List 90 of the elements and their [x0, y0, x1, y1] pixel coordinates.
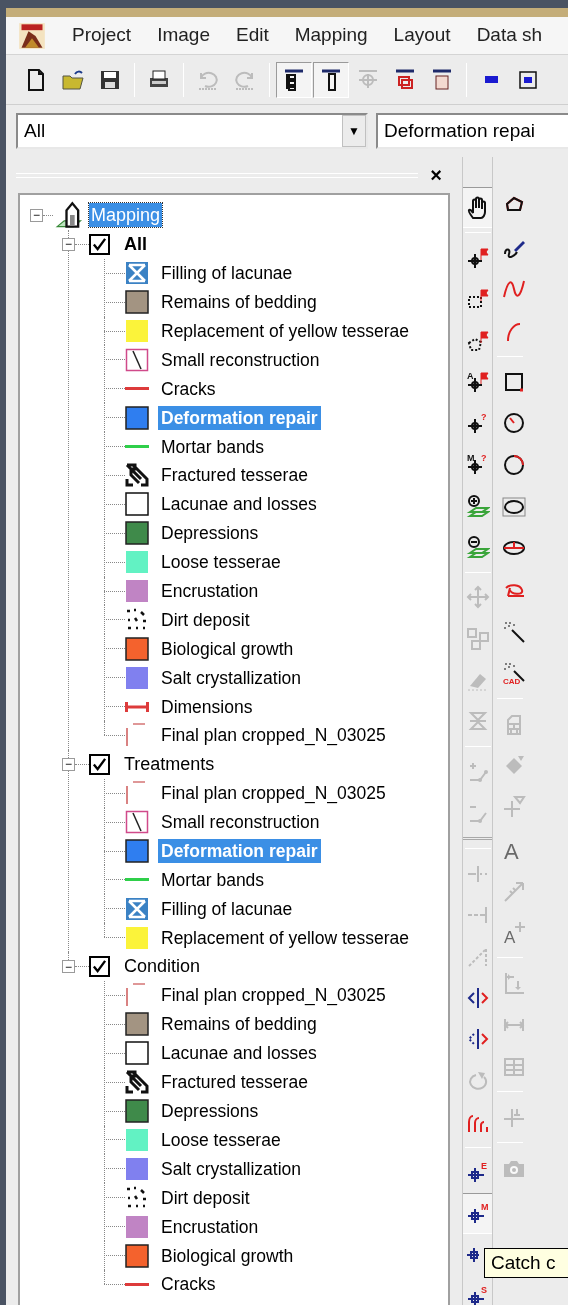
- tree-item[interactable]: Lacunae and losses: [158, 1041, 320, 1066]
- tree-item[interactable]: Cracks: [158, 376, 219, 401]
- tree-item[interactable]: Fractured tesserae: [158, 463, 311, 488]
- magic-wand-icon: [502, 619, 527, 644]
- tree-item[interactable]: Biological growth: [158, 1243, 297, 1268]
- collapse-toggle[interactable]: −: [62, 960, 75, 974]
- menu-item[interactable]: Image: [157, 21, 210, 50]
- tree-item[interactable]: Loose tesserae: [158, 1127, 284, 1152]
- circle-icon: [502, 452, 527, 477]
- legend-swatch-icon: [125, 463, 149, 488]
- tree-item[interactable]: Filling of lacunae: [158, 896, 296, 921]
- tree-item[interactable]: Salt crystallization: [158, 1156, 305, 1181]
- tree-item[interactable]: Dirt deposit: [158, 607, 253, 632]
- tree-item[interactable]: Lacunae and losses: [158, 492, 320, 517]
- tool-button[interactable]: [313, 61, 349, 98]
- tooltip: Catch c: [484, 1248, 568, 1278]
- legend-swatch-icon: [125, 1041, 149, 1066]
- menu-item[interactable]: Mapping: [294, 21, 368, 50]
- tool-button[interactable]: M ?: [463, 443, 493, 486]
- dropdown[interactable]: Deformation repai: [376, 113, 568, 149]
- tree-item[interactable]: Depressions: [158, 1099, 262, 1124]
- tree-item[interactable]: Salt crystallization: [158, 665, 305, 690]
- legend-swatch-icon: [125, 1185, 149, 1210]
- tree-item[interactable]: Depressions: [158, 521, 262, 546]
- tree-item[interactable]: Remains of bedding: [158, 1012, 320, 1037]
- rectangle-icon: [484, 76, 498, 83]
- checkbox[interactable]: [89, 233, 110, 255]
- crosshair-flag-icon: [465, 245, 490, 270]
- menu-item[interactable]: Data sh: [476, 21, 543, 50]
- tree-item[interactable]: Replacement of yellow tesserae: [158, 319, 413, 343]
- remove-layer-icon: [465, 535, 490, 559]
- close-button[interactable]: ×: [428, 165, 444, 185]
- tool-button[interactable]: [276, 61, 312, 98]
- tree-panel-icon: [282, 67, 306, 92]
- circle-icon: [502, 411, 527, 436]
- tree-item[interactable]: Small reconstruction: [158, 347, 323, 372]
- tree-item[interactable]: Fractured tesserae: [158, 1070, 311, 1095]
- tool-button[interactable]: CAD: [497, 652, 532, 695]
- tree-item[interactable]: Mortar bands: [158, 434, 268, 459]
- add-layer-icon: [465, 493, 490, 518]
- tree-item[interactable]: Encrustation: [158, 579, 262, 603]
- menu-item[interactable]: Project: [72, 21, 132, 50]
- tool-button[interactable]: ?: [463, 402, 493, 444]
- tree-item[interactable]: Treatments: [124, 750, 215, 778]
- tree-item[interactable]: Small reconstruction: [158, 810, 323, 835]
- tool-button[interactable]: S: [463, 1275, 493, 1305]
- tree-item[interactable]: Encrustation: [158, 1214, 262, 1239]
- tree-item[interactable]: Condition: [124, 953, 201, 981]
- tree-item[interactable]: Final plan cropped_N_03025: [158, 781, 389, 806]
- legend-swatch-icon: [125, 1070, 149, 1095]
- legend-swatch-icon: [125, 492, 149, 517]
- tree-item[interactable]: Replacement of yellow tesserae: [158, 925, 413, 950]
- tree-item[interactable]: Final plan cropped_N_03025: [158, 983, 389, 1008]
- app-logo-icon: [18, 21, 46, 50]
- tree-item[interactable]: Mortar bands: [158, 867, 268, 892]
- legend-swatch-icon: [125, 607, 149, 632]
- tool-button[interactable]: [463, 187, 493, 229]
- tree-item[interactable]: All: [124, 230, 147, 258]
- collapse-toggle[interactable]: −: [62, 757, 75, 771]
- tree-item[interactable]: Dirt deposit: [158, 1185, 253, 1210]
- dotted-polygon-flag-icon: [465, 328, 490, 353]
- crosshair-icon: [466, 1246, 480, 1263]
- tool-button[interactable]: M: [463, 1192, 493, 1235]
- layers-icon: [393, 67, 417, 92]
- collapse-toggle[interactable]: −: [62, 237, 75, 251]
- move-icon: [465, 585, 490, 610]
- grid-icon: [430, 67, 454, 92]
- crosshair-icon: [502, 795, 527, 820]
- tree-item[interactable]: Remains of bedding: [158, 290, 320, 315]
- text-icon: A: [502, 837, 527, 862]
- tree-item[interactable]: Filling of lacunae: [158, 261, 296, 286]
- collapse-toggle[interactable]: −: [30, 208, 43, 222]
- panel-icon: [319, 67, 343, 92]
- tree-item[interactable]: Loose tesserae: [158, 550, 284, 575]
- menu-item[interactable]: Edit: [235, 21, 269, 50]
- mirror-icon: [465, 986, 490, 1010]
- tool-button[interactable]: E: [463, 1151, 493, 1193]
- menu-item[interactable]: Layout: [393, 21, 451, 50]
- tool-button[interactable]: A: [463, 361, 493, 403]
- tree-item[interactable]: Cracks: [158, 1272, 219, 1297]
- checkbox[interactable]: [89, 956, 110, 978]
- dropdown-value: Deformation repai: [383, 118, 537, 143]
- tree-item[interactable]: Dimensions: [158, 694, 256, 719]
- tree-item[interactable]: Final plan cropped_N_03025: [158, 723, 389, 748]
- dropdown-value: All: [23, 118, 47, 143]
- axes-icon: [502, 971, 527, 996]
- squares-icon: [465, 626, 490, 651]
- dropdown[interactable]: All ▼: [16, 113, 368, 149]
- tree-item[interactable]: Biological growth: [158, 636, 297, 661]
- checkbox[interactable]: [89, 753, 110, 775]
